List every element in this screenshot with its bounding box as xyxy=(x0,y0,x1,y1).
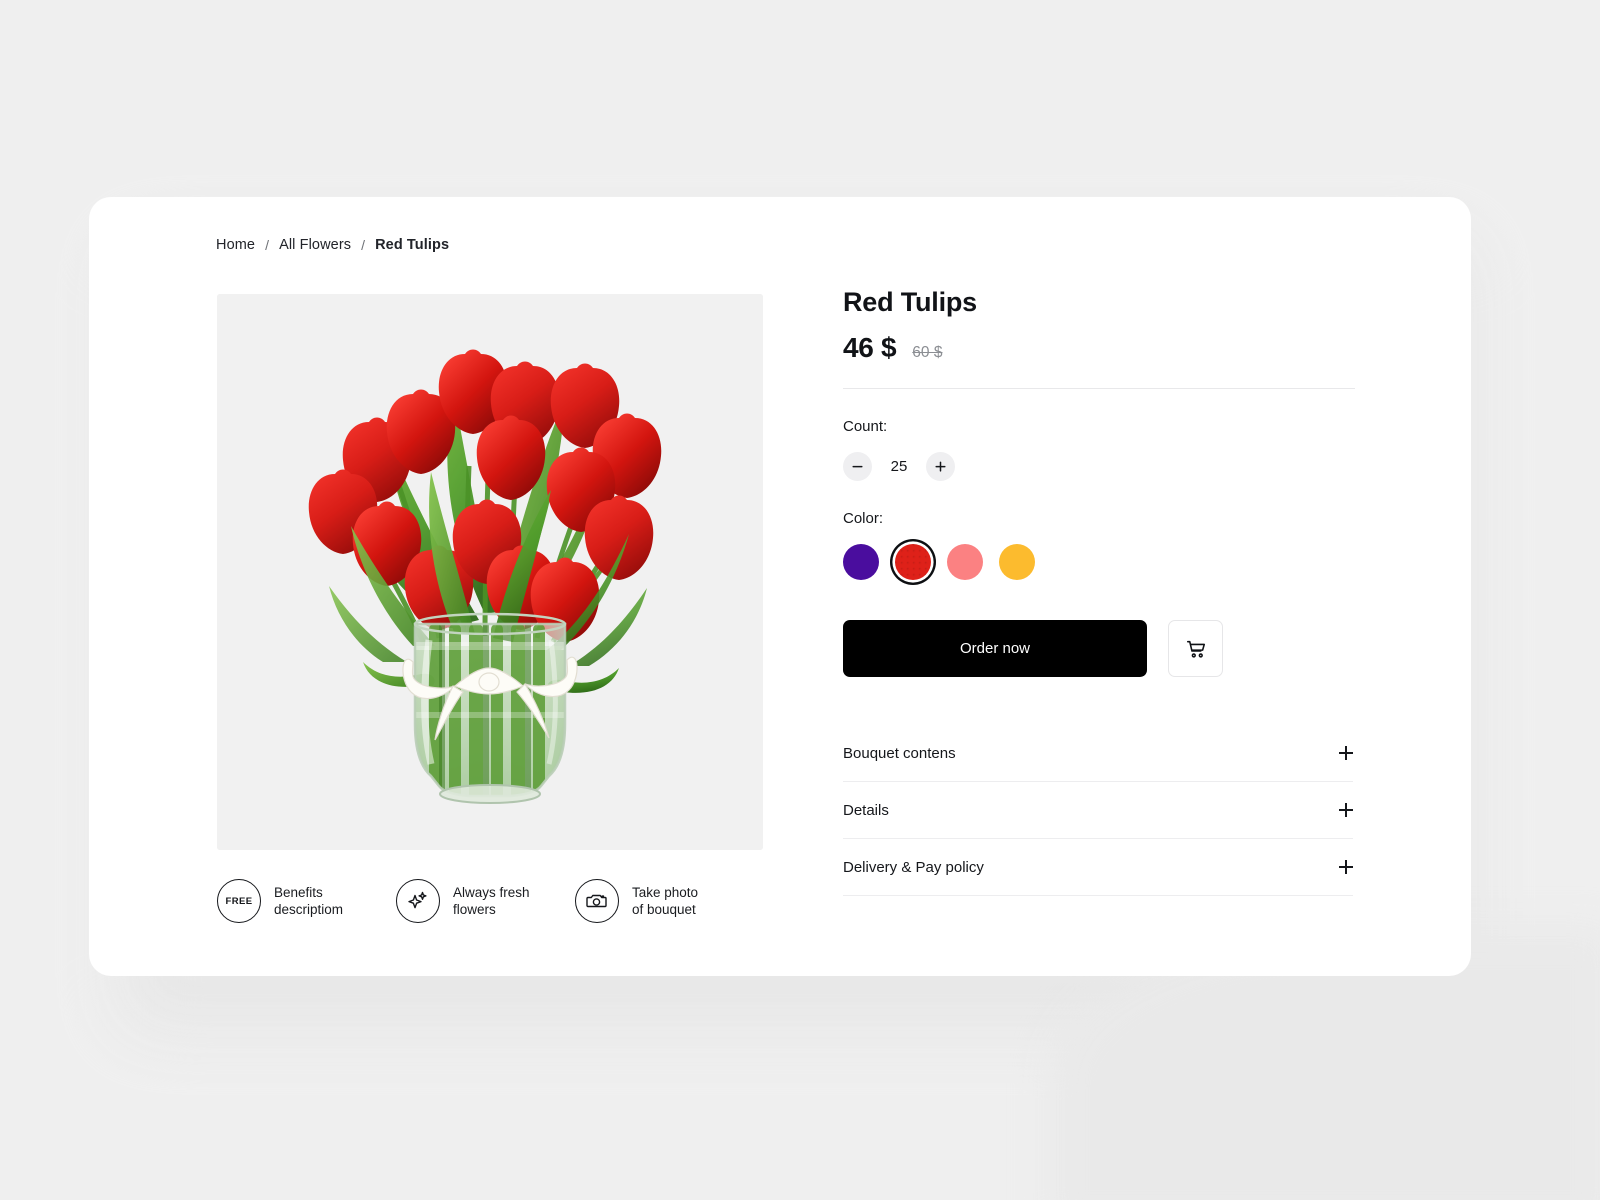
color-label: Color: xyxy=(843,510,884,527)
product-image[interactable] xyxy=(217,294,763,850)
price-current: 46 $ xyxy=(843,332,897,363)
product-details: Red Tulips 46 $ 60 $ Count: 25 Color: Or… xyxy=(843,287,1355,896)
free-badge-label: FREE xyxy=(225,895,253,907)
page-title: Red Tulips xyxy=(843,287,978,317)
accordion-label: Bouquet contens xyxy=(843,744,956,762)
accordion-row-delivery-pay-policy[interactable]: Delivery & Pay policy xyxy=(843,839,1353,896)
benefit-label: Take photo of bouquet xyxy=(632,884,698,918)
benefit-line-2: descriptiom xyxy=(274,902,344,917)
benefit-line-1: Take photo xyxy=(632,885,699,900)
color-swatch-purple[interactable] xyxy=(843,544,879,580)
benefit-label: Always fresh flowers xyxy=(453,884,530,918)
benefits-row: FREE Benefits descriptiom Always fresh f… xyxy=(217,879,777,923)
accordion-row-details[interactable]: Details xyxy=(843,782,1353,839)
breadcrumb-item-all-flowers[interactable]: All Flowers xyxy=(279,237,351,253)
breadcrumb-item-current: Red Tulips xyxy=(375,237,450,253)
order-now-button[interactable]: Order now xyxy=(843,620,1147,677)
breadcrumb-separator: / xyxy=(265,237,270,253)
count-label: Count: xyxy=(843,418,888,435)
plus-icon[interactable] xyxy=(1339,860,1353,874)
quantity-stepper: 25 xyxy=(843,452,1355,481)
accordion-label: Details xyxy=(843,801,889,819)
color-swatch-pink[interactable] xyxy=(947,544,983,580)
price-row: 46 $ 60 $ xyxy=(843,332,1355,364)
shopping-cart-icon xyxy=(1186,640,1205,658)
accordion-row-bouquet-contens[interactable]: Bouquet contens xyxy=(843,725,1353,782)
color-swatch-red[interactable] xyxy=(895,544,931,580)
price-divider xyxy=(843,388,1355,389)
action-buttons: Order now xyxy=(843,620,1355,677)
camera-icon xyxy=(575,879,619,923)
benefit-item-fresh: Always fresh flowers xyxy=(396,879,575,923)
benefit-item-photo: Take photo of bouquet xyxy=(575,879,754,923)
free-badge-icon: FREE xyxy=(217,879,261,923)
increase-quantity-button[interactable] xyxy=(926,452,955,481)
breadcrumb-separator: / xyxy=(361,237,366,253)
breadcrumb-item-home[interactable]: Home xyxy=(216,237,255,253)
benefit-line-2: flowers xyxy=(453,902,496,917)
minus-icon xyxy=(852,465,863,468)
plus-icon[interactable] xyxy=(1339,803,1353,817)
benefit-item-free: FREE Benefits descriptiom xyxy=(217,879,396,923)
benefit-line-1: Always fresh xyxy=(453,885,530,900)
product-accordion: Bouquet contens Details Delivery & Pay p… xyxy=(843,725,1353,896)
benefit-line-1: Benefits xyxy=(274,885,323,900)
product-card: Home / All Flowers / Red Tulips FREE Ben… xyxy=(89,197,1471,976)
quantity-value: 25 xyxy=(890,458,908,475)
benefit-line-2: of bouquet xyxy=(632,902,696,917)
plus-icon[interactable] xyxy=(1339,746,1353,760)
plus-icon xyxy=(935,461,946,472)
add-to-cart-button[interactable] xyxy=(1168,620,1223,677)
accordion-label: Delivery & Pay policy xyxy=(843,858,984,876)
benefit-label: Benefits descriptiom xyxy=(274,884,343,918)
sparkles-icon xyxy=(396,879,440,923)
tulips-bouquet-illustration xyxy=(217,294,763,850)
price-old: 60 $ xyxy=(912,344,943,361)
color-swatch-yellow[interactable] xyxy=(999,544,1035,580)
color-swatches xyxy=(843,544,1355,580)
breadcrumb: Home / All Flowers / Red Tulips xyxy=(216,237,449,253)
decrease-quantity-button[interactable] xyxy=(843,452,872,481)
